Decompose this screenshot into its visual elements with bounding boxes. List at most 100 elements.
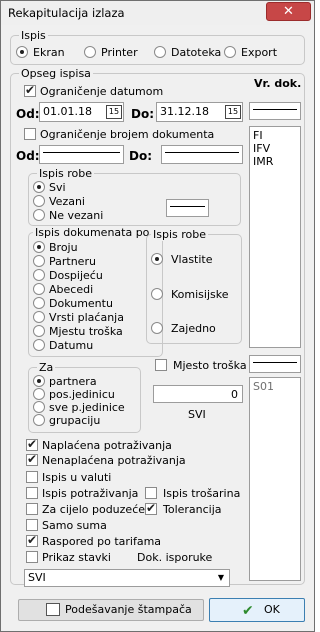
radio-partneru-label: Partneru xyxy=(49,255,96,268)
prikaz-stavki-checkbox[interactable] xyxy=(26,551,38,563)
check-icon: ✔ xyxy=(242,603,254,619)
vr-dok-input[interactable] xyxy=(249,102,301,120)
ogranicenje-brojem-checkbox[interactable] xyxy=(24,128,36,140)
radio-abecedi[interactable] xyxy=(33,283,45,295)
radio-grupaciju[interactable] xyxy=(33,414,45,426)
ispis-group: Ispis Ekran Printer Datoteka Export xyxy=(10,29,305,65)
ispis-robe-group: Ispis robe Svi Vezani Ne vezani xyxy=(28,167,241,226)
svi-dropdown[interactable]: SVI ▼ xyxy=(24,569,230,587)
radio-ekran[interactable] xyxy=(16,46,28,58)
tolerancija-label: Tolerancija xyxy=(163,503,222,516)
ogranicenje-datumom-checkbox[interactable] xyxy=(24,83,36,97)
opseg-group-title: Opseg ispisa xyxy=(19,67,93,80)
cijelo-poduzece-label: Za cijelo poduzeće xyxy=(42,503,146,516)
ispis-dokumenata-title: Ispis dokumenata po xyxy=(33,226,152,239)
doc-type-item[interactable]: IMR xyxy=(253,155,297,168)
dok-isporuke-label: Dok. isporuke xyxy=(137,551,213,564)
radio-dospijecu-label: Dospijeću xyxy=(49,269,103,282)
radio-zajedno-label: Zajedno xyxy=(171,322,216,335)
od-broj-input[interactable] xyxy=(39,145,124,164)
ok-label: OK xyxy=(264,603,280,616)
radio-abecedi-label: Abecedi xyxy=(49,283,94,296)
radio-mjestu-troska[interactable] xyxy=(33,325,45,337)
radio-dokumentu[interactable] xyxy=(33,297,45,309)
mjesto-troska-input[interactable] xyxy=(249,355,301,373)
ispis-robe-code-input[interactable] xyxy=(166,199,209,217)
trosarina-label: Ispis trošarina xyxy=(163,487,241,500)
do-date-value: 31.12.18 xyxy=(160,105,209,118)
radio-partneru[interactable] xyxy=(33,255,45,267)
ogranicenje-brojem-label: Ograničenje brojem dokumenta xyxy=(40,128,215,141)
doc-type-item[interactable]: IFV xyxy=(253,142,297,155)
radio-vrsti-placanja-label: Vrsti plaćanja xyxy=(49,311,124,324)
do-label: Do: xyxy=(131,107,155,121)
naplacena-label: Naplaćena potraživanja xyxy=(42,439,172,452)
mjesto-troska-checkbox[interactable] xyxy=(155,359,167,371)
potrazivanja-checkbox[interactable] xyxy=(26,487,38,499)
trosarina-checkbox[interactable] xyxy=(145,487,157,499)
radio-datoteka[interactable] xyxy=(154,46,166,58)
radio-printer[interactable] xyxy=(84,46,96,58)
radio-ne-vezani-label: Ne vezani xyxy=(49,209,104,222)
radio-vrsti-placanja[interactable] xyxy=(33,311,45,323)
ispis-group-title: Ispis xyxy=(19,29,48,42)
samo-suma-checkbox[interactable] xyxy=(26,519,38,531)
u-valuti-checkbox[interactable] xyxy=(26,471,38,483)
do2-label: Do: xyxy=(129,149,153,163)
close-button[interactable]: ✕ xyxy=(266,2,311,21)
svi-dropdown-value: SVI xyxy=(28,571,46,584)
radio-broju-label: Broju xyxy=(49,241,78,254)
radio-vezani[interactable] xyxy=(33,195,45,207)
chevron-down-icon: ▼ xyxy=(217,573,224,582)
radio-sve-p-jedinice[interactable] xyxy=(33,401,45,413)
nenaplacena-checkbox[interactable] xyxy=(26,452,38,466)
radio-ne-vezani[interactable] xyxy=(33,209,45,221)
radio-vezani-label: Vezani xyxy=(49,195,85,208)
za-group-title: Za xyxy=(37,361,56,374)
samo-suma-label: Samo suma xyxy=(42,519,107,532)
radio-printer-label: Printer xyxy=(101,46,138,59)
radio-grupaciju-label: grupaciju xyxy=(49,414,101,427)
naplacena-checkbox[interactable] xyxy=(26,437,38,451)
radio-pos-jedinicu-label: pos.jedinicu xyxy=(49,388,115,401)
za-group: Za partnera pos.jedinicu sve p.jedinice … xyxy=(28,361,141,433)
s-list-item[interactable]: S01 xyxy=(253,380,297,393)
report-window: Rekapitulacija izlaza ✕ Ispis Ekran Prin… xyxy=(0,0,315,632)
podesavanje-stampaca-button[interactable]: Podešavanje štampača xyxy=(18,599,204,621)
doc-type-item[interactable]: FI xyxy=(253,129,297,142)
radio-broju[interactable] xyxy=(33,241,45,253)
ispis-dokumenata-group: Ispis dokumenata po Broju Partneru Dospi… xyxy=(28,226,163,357)
radio-pos-jedinicu[interactable] xyxy=(33,388,45,400)
radio-komisijske[interactable] xyxy=(151,288,163,300)
svi-count-value: 0 xyxy=(231,388,238,401)
cijelo-poduzece-checkbox[interactable] xyxy=(26,503,38,515)
s-list[interactable]: S01 xyxy=(249,377,301,581)
do-calendar-icon[interactable]: 15 xyxy=(225,105,241,119)
do-calendar-day: 15 xyxy=(227,107,239,116)
radio-datumu-label: Datumu xyxy=(49,339,94,352)
od2-label: Od: xyxy=(16,149,40,163)
client-area: Ispis Ekran Printer Datoteka Export Opse… xyxy=(7,28,308,625)
radio-partnera[interactable] xyxy=(33,375,45,387)
radio-vlastite-label: Vlastite xyxy=(171,253,213,266)
title-bar[interactable]: Rekapitulacija izlaza ✕ xyxy=(1,1,314,25)
mjesto-troska-label: Mjesto troška xyxy=(173,359,247,372)
radio-datumu[interactable] xyxy=(33,339,45,351)
radio-partnera-label: partnera xyxy=(49,375,97,388)
tolerancija-checkbox[interactable] xyxy=(145,501,157,515)
ispis-robe-group-title: Ispis robe xyxy=(37,167,95,180)
printer-icon xyxy=(46,603,60,616)
do-broj-input[interactable] xyxy=(161,145,243,164)
radio-zajedno[interactable] xyxy=(151,322,163,334)
ok-button[interactable]: ✔ OK xyxy=(209,598,305,622)
ispis-robe2-title: Ispis robe xyxy=(151,228,209,241)
od-calendar-icon[interactable]: 15 xyxy=(106,105,122,119)
close-icon: ✕ xyxy=(283,4,294,19)
raspored-checkbox[interactable] xyxy=(26,533,38,547)
radio-export[interactable] xyxy=(224,46,236,58)
radio-vlastite[interactable] xyxy=(151,253,163,265)
radio-svi[interactable] xyxy=(33,181,45,193)
radio-dospijecu[interactable] xyxy=(33,269,45,281)
doc-type-list[interactable]: FI IFV IMR xyxy=(249,126,301,348)
svi-count-field[interactable]: 0 xyxy=(153,385,243,403)
